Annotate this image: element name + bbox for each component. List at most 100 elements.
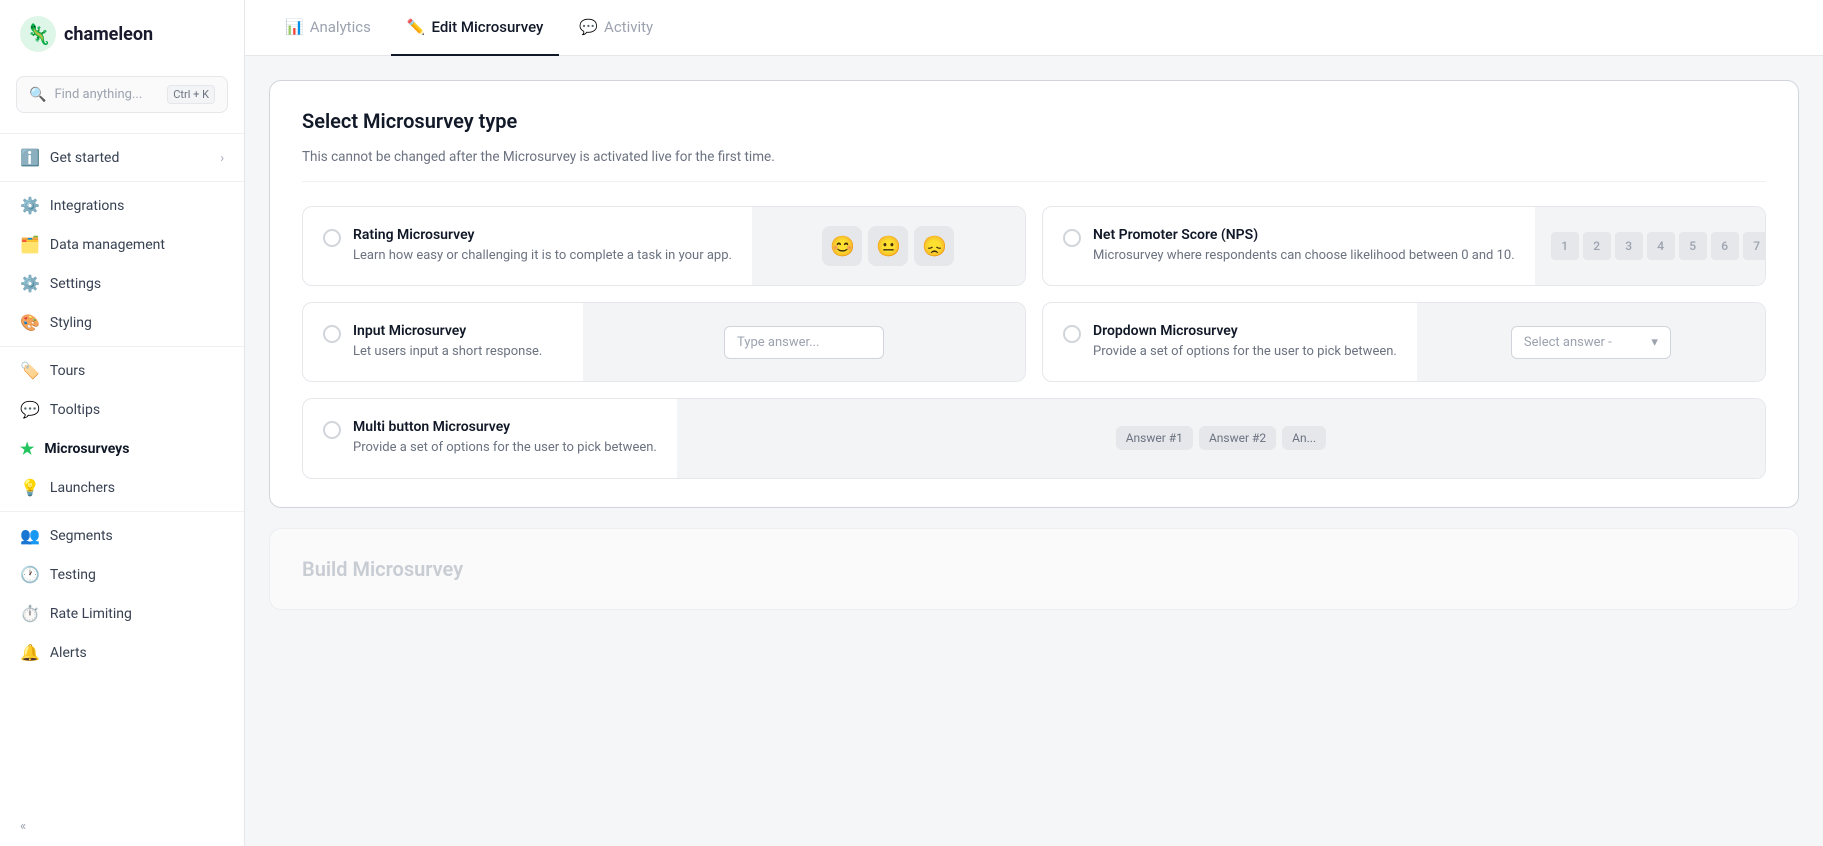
dropdown-chevron-icon: ▾ bbox=[1651, 335, 1658, 350]
sidebar-label-tooltips: Tooltips bbox=[50, 402, 100, 418]
search-shortcut: Ctrl + K bbox=[167, 85, 215, 104]
survey-option-nps-text: Net Promoter Score (NPS) Microsurvey whe… bbox=[1093, 227, 1515, 265]
sidebar-label-rate-limiting: Rate Limiting bbox=[50, 606, 132, 622]
survey-option-rating-text: Rating Microsurvey Learn how easy or cha… bbox=[353, 227, 732, 265]
rating-title: Rating Microsurvey bbox=[353, 227, 732, 243]
sidebar-item-get-started[interactable]: ℹ️ Get started › bbox=[0, 138, 244, 177]
sidebar-item-rate-limiting[interactable]: ⏱️ Rate Limiting bbox=[0, 594, 244, 633]
sidebar-divider-4 bbox=[0, 511, 244, 512]
sidebar-item-testing[interactable]: 🕐 Testing bbox=[0, 555, 244, 594]
radio-rating bbox=[323, 229, 341, 247]
sidebar-item-styling[interactable]: 🎨 Styling bbox=[0, 303, 244, 342]
sidebar-label-segments: Segments bbox=[50, 528, 113, 544]
sidebar-label-testing: Testing bbox=[50, 567, 96, 583]
svg-text:🦎: 🦎 bbox=[26, 22, 51, 46]
sidebar-collapse-button[interactable]: « bbox=[0, 807, 244, 846]
survey-options-grid: Rating Microsurvey Learn how easy or cha… bbox=[302, 206, 1766, 479]
sidebar-item-data-management[interactable]: 🗂️ Data management bbox=[0, 225, 244, 264]
sidebar-label-tours: Tours bbox=[50, 363, 85, 379]
sidebar-item-microsurveys[interactable]: ★ Microsurveys bbox=[0, 429, 244, 468]
emoji-sad: 😞 bbox=[914, 226, 954, 266]
sidebar-label-microsurveys: Microsurveys bbox=[44, 441, 129, 457]
multi-desc: Provide a set of options for the user to… bbox=[353, 439, 657, 457]
chevron-right-icon: › bbox=[220, 151, 224, 165]
survey-option-multi-button[interactable]: Multi button Microsurvey Provide a set o… bbox=[302, 398, 1766, 478]
input-preview-area: Type answer... bbox=[583, 303, 1025, 381]
survey-option-multi-text: Multi button Microsurvey Provide a set o… bbox=[353, 419, 657, 457]
sidebar-item-segments[interactable]: 👥 Segments bbox=[0, 516, 244, 555]
input-placeholder-text: Type answer... bbox=[724, 326, 884, 359]
nps-4: 4 bbox=[1647, 232, 1675, 260]
tabs-bar: 📊 Analytics ✏️ Edit Microsurvey 💬 Activi… bbox=[245, 0, 1823, 56]
sidebar-item-integrations[interactable]: ⚙️ Integrations bbox=[0, 186, 244, 225]
sidebar-item-tooltips[interactable]: 💬 Tooltips bbox=[0, 390, 244, 429]
build-title: Build Microsurvey bbox=[302, 557, 1766, 581]
styling-icon: 🎨 bbox=[20, 313, 40, 332]
alerts-icon: 🔔 bbox=[20, 643, 40, 662]
survey-option-input[interactable]: Input Microsurvey Let users input a shor… bbox=[302, 302, 1026, 382]
card-subtitle: This cannot be changed after the Microsu… bbox=[302, 149, 1766, 182]
sidebar-divider-1 bbox=[0, 133, 244, 134]
sidebar-item-tours[interactable]: 🏷️ Tours bbox=[0, 351, 244, 390]
dropdown-select-preview: Select answer - ▾ bbox=[1511, 326, 1671, 359]
sidebar-divider-3 bbox=[0, 346, 244, 347]
sidebar: 🦎 chameleon 🔍 Find anything... Ctrl + K … bbox=[0, 0, 245, 846]
nps-5: 5 bbox=[1679, 232, 1707, 260]
sidebar-item-alerts[interactable]: 🔔 Alerts bbox=[0, 633, 244, 672]
survey-option-dropdown[interactable]: Dropdown Microsurvey Provide a set of op… bbox=[1042, 302, 1766, 382]
collapse-icon: « bbox=[20, 819, 26, 834]
data-management-icon: 🗂️ bbox=[20, 235, 40, 254]
survey-option-rating-left: Rating Microsurvey Learn how easy or cha… bbox=[303, 207, 752, 285]
survey-option-nps[interactable]: Net Promoter Score (NPS) Microsurvey whe… bbox=[1042, 206, 1766, 286]
sidebar-label-alerts: Alerts bbox=[50, 645, 87, 661]
rating-preview: 😊 😐 😞 bbox=[752, 207, 1025, 285]
multi-btn-1: Answer #1 bbox=[1116, 426, 1193, 450]
tab-activity[interactable]: 💬 Activity bbox=[563, 0, 669, 56]
radio-dropdown bbox=[1063, 325, 1081, 343]
chameleon-logo-icon: 🦎 bbox=[20, 16, 56, 52]
dropdown-title: Dropdown Microsurvey bbox=[1093, 323, 1397, 339]
radio-multi bbox=[323, 421, 341, 439]
radio-input bbox=[323, 325, 341, 343]
sidebar-label-get-started: Get started bbox=[50, 150, 119, 166]
sidebar-divider-2 bbox=[0, 181, 244, 182]
segments-icon: 👥 bbox=[20, 526, 40, 545]
activity-icon: 💬 bbox=[579, 18, 598, 36]
input-desc: Let users input a short response. bbox=[353, 343, 542, 361]
nps-7: 7 bbox=[1743, 232, 1766, 260]
testing-icon: 🕐 bbox=[20, 565, 40, 584]
emoji-neutral: 😐 bbox=[868, 226, 908, 266]
tooltips-icon: 💬 bbox=[20, 400, 40, 419]
brand-name: chameleon bbox=[64, 24, 153, 45]
rate-limiting-icon: ⏱️ bbox=[20, 604, 40, 623]
survey-option-dropdown-left: Dropdown Microsurvey Provide a set of op… bbox=[1043, 303, 1417, 381]
emoji-happy: 😊 bbox=[822, 226, 862, 266]
sidebar-item-settings[interactable]: ⚙️ Settings bbox=[0, 264, 244, 303]
launchers-icon: 💡 bbox=[20, 478, 40, 497]
dropdown-desc: Provide a set of options for the user to… bbox=[1093, 343, 1397, 361]
multi-preview-area: Answer #1 Answer #2 An... bbox=[677, 399, 1765, 477]
nps-preview: 1 2 3 4 5 6 7 bbox=[1535, 207, 1766, 285]
tab-analytics[interactable]: 📊 Analytics bbox=[269, 0, 387, 56]
multi-btn-2: Answer #2 bbox=[1199, 426, 1276, 450]
integrations-icon: ⚙️ bbox=[20, 196, 40, 215]
microsurveys-icon: ★ bbox=[20, 439, 34, 458]
multi-title: Multi button Microsurvey bbox=[353, 419, 657, 435]
rating-desc: Learn how easy or challenging it is to c… bbox=[353, 247, 732, 265]
nps-1: 1 bbox=[1551, 232, 1579, 260]
search-icon: 🔍 bbox=[29, 87, 46, 103]
search-bar[interactable]: 🔍 Find anything... Ctrl + K bbox=[16, 76, 228, 113]
survey-option-multi-left: Multi button Microsurvey Provide a set o… bbox=[303, 399, 677, 477]
get-started-icon: ℹ️ bbox=[20, 148, 40, 167]
dropdown-preview-area: Select answer - ▾ bbox=[1417, 303, 1765, 381]
survey-option-dropdown-text: Dropdown Microsurvey Provide a set of op… bbox=[1093, 323, 1397, 361]
survey-option-input-text: Input Microsurvey Let users input a shor… bbox=[353, 323, 542, 361]
search-placeholder: Find anything... bbox=[54, 87, 159, 102]
tours-icon: 🏷️ bbox=[20, 361, 40, 380]
edit-icon: ✏️ bbox=[407, 18, 426, 36]
tab-edit-microsurvey[interactable]: ✏️ Edit Microsurvey bbox=[391, 0, 560, 56]
card-title: Select Microsurvey type bbox=[302, 109, 1766, 133]
nps-3: 3 bbox=[1615, 232, 1643, 260]
sidebar-item-launchers[interactable]: 💡 Launchers bbox=[0, 468, 244, 507]
survey-option-rating[interactable]: Rating Microsurvey Learn how easy or cha… bbox=[302, 206, 1026, 286]
